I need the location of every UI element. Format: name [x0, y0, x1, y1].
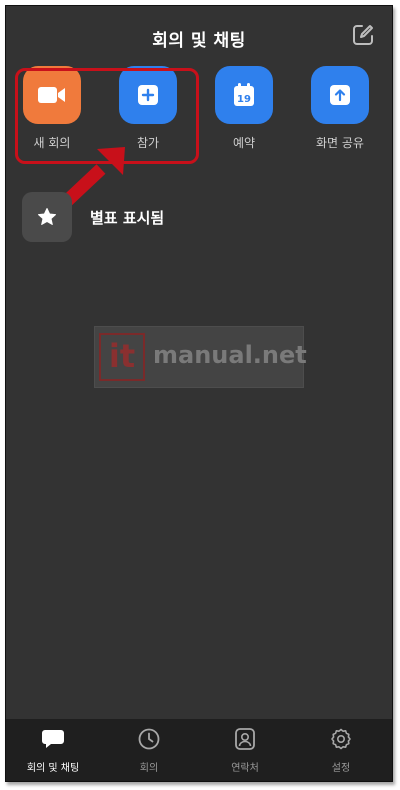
- tab-meetings-chat-label: 회의 및 채팅: [26, 763, 80, 774]
- app-screen: 회의 및 채팅 새 회의 참가 19 예약 화면 공유 별표 표시됨 it ma…: [5, 5, 393, 782]
- starred-tile[interactable]: [22, 192, 72, 242]
- tab-contacts[interactable]: 연락처: [200, 725, 290, 774]
- watermark: it manual.net: [94, 326, 307, 388]
- clock-icon: [138, 728, 160, 750]
- star-icon: [38, 208, 56, 225]
- tab-meetings-label: 회의: [139, 763, 159, 774]
- share-screen-button[interactable]: 화면 공유: [300, 66, 380, 151]
- calendar-day-text: 19: [237, 94, 251, 105]
- watermark-logo: it: [99, 333, 145, 381]
- tab-settings-label: 설정: [331, 763, 351, 774]
- tab-contacts-label: 연락처: [231, 763, 259, 774]
- bottom-tab-bar: 회의 및 채팅 회의 연락처 설정: [6, 719, 392, 781]
- share-screen-tile[interactable]: [311, 66, 369, 124]
- chat-bubble-icon: [42, 730, 64, 748]
- starred-label: 별표 표시됨: [90, 209, 165, 227]
- gear-icon: [331, 728, 351, 750]
- schedule-tile[interactable]: 19: [215, 66, 273, 124]
- tab-meetings[interactable]: 회의: [104, 725, 194, 774]
- starred-item[interactable]: 별표 표시됨: [22, 192, 322, 242]
- share-screen-label: 화면 공유: [316, 136, 364, 150]
- schedule-button[interactable]: 19 예약: [204, 66, 284, 151]
- schedule-label: 예약: [232, 136, 256, 150]
- compose-button[interactable]: [350, 22, 376, 48]
- edit-icon: [353, 25, 373, 45]
- calendar-icon: 19: [234, 83, 254, 106]
- upload-icon: [330, 85, 350, 105]
- tab-meetings-chat[interactable]: 회의 및 채팅: [8, 725, 98, 774]
- header: 회의 및 채팅: [6, 6, 392, 64]
- tab-settings[interactable]: 설정: [296, 725, 386, 774]
- watermark-text: manual.net: [153, 341, 307, 369]
- page-title: 회의 및 채팅: [152, 31, 246, 51]
- contact-icon: [235, 728, 255, 750]
